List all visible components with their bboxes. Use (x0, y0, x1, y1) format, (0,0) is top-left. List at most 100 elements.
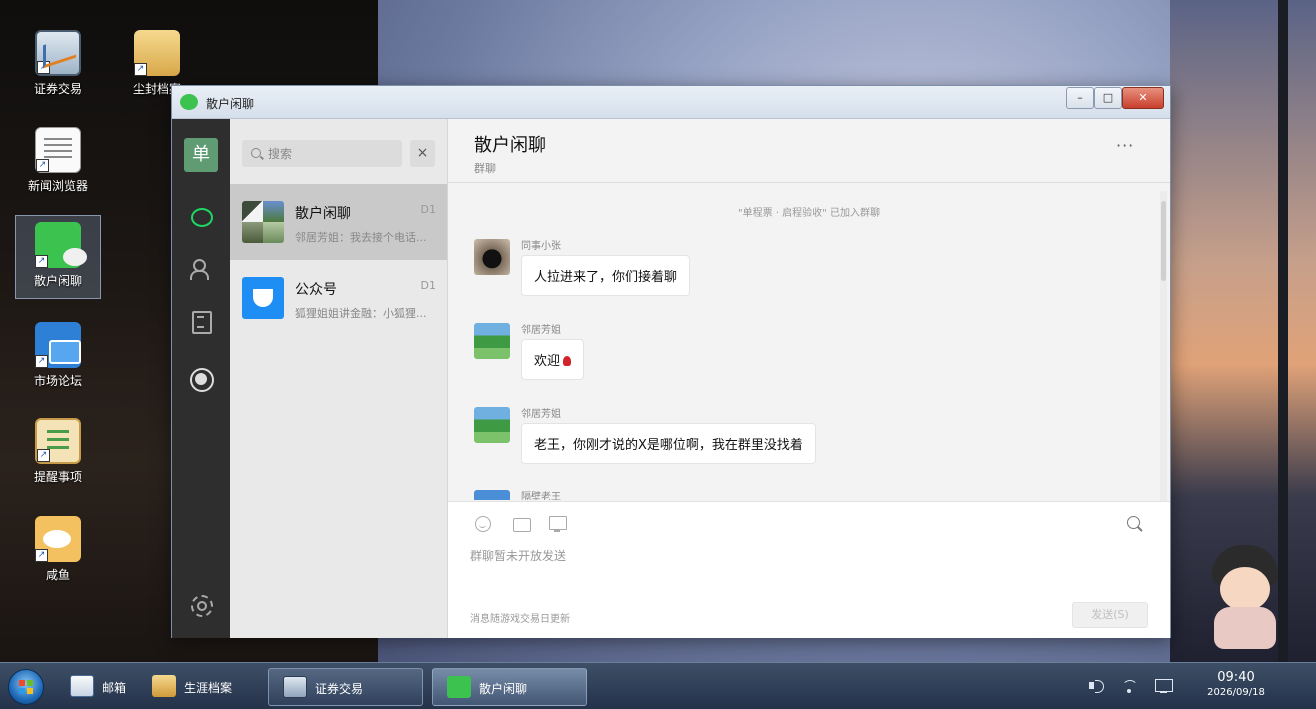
chat-icon[interactable] (189, 205, 213, 229)
taskbar-label: 散户闲聊 (479, 682, 528, 696)
forum-icon: ↗ (35, 322, 81, 368)
maximize-button[interactable]: □ (1094, 87, 1122, 109)
desktop-icon-retail-chat[interactable]: ↗ 散户闲聊 (15, 215, 101, 299)
emoji-icon[interactable] (474, 515, 492, 533)
system-notice: "单程票 · 启程验收" 已加入群聊 (738, 208, 880, 219)
conversation-preview: 邻居芳姐：我去接个电话... (295, 231, 427, 244)
taskbar-window-retail-chat[interactable]: 散户闲聊 (432, 668, 587, 706)
mascot-character[interactable] (1208, 541, 1282, 651)
articles-icon[interactable] (189, 309, 213, 334)
rose-emoji-icon (563, 356, 572, 366)
conversation-preview: 狐狸姐姐讲金融：小狐狸... (295, 307, 427, 320)
search-input[interactable] (268, 145, 396, 162)
chat-bubble-icon: ↗ (35, 222, 87, 268)
more-options-icon[interactable]: ··· (1116, 138, 1138, 155)
screenshot-icon[interactable] (548, 515, 567, 533)
system-clock[interactable]: 09:40 2026/09/18 (1190, 670, 1282, 698)
taskbar-pinned-mail[interactable]: 邮箱 (70, 668, 140, 706)
shortcut-arrow-icon: ↗ (37, 449, 50, 462)
archive-folder-icon: ↗ (134, 30, 180, 76)
chat-bubble-icon (447, 676, 471, 698)
contacts-icon[interactable] (189, 257, 213, 281)
taskbar-label: 证券交易 (315, 682, 364, 696)
taskbar-window-trading[interactable]: 证券交易 (268, 668, 423, 706)
search-history-icon[interactable] (1126, 515, 1144, 533)
shortcut-arrow-icon: ↗ (35, 355, 48, 368)
clock-time: 09:40 (1217, 670, 1255, 685)
folder-icon[interactable] (512, 515, 531, 533)
send-button[interactable]: 发送(S) (1072, 602, 1148, 628)
desktop-icon-market-forum[interactable]: ↗ 市场论坛 (15, 316, 101, 396)
folder-icon (152, 675, 176, 697)
message-text: 人拉进来了，你们接着聊 (534, 270, 678, 285)
settings-icon[interactable] (189, 593, 213, 617)
chat-header: 散户闲聊 群聊 ··· (448, 119, 1170, 183)
conversation-list: × 散户闲聊 D1 邻居芳姐：我去接个电话... 公众号 D1 狐狸姐姐讲金融：… (230, 119, 448, 638)
shortcut-arrow-icon: ↗ (37, 61, 50, 74)
group-avatar (242, 201, 284, 243)
sender-name: 同事小张 (521, 241, 561, 252)
message-composer: 群聊暂未开放发送 消息随游戏交易日更新 发送(S) (448, 501, 1170, 638)
sender-avatar[interactable] (474, 323, 510, 359)
volume-icon[interactable] (1088, 678, 1106, 694)
message-text: 老王，你刚才说的X是哪位啊，我在群里没找着 (534, 438, 803, 453)
composer-note: 消息随游戏交易日更新 (470, 614, 570, 625)
sender-avatar[interactable] (474, 239, 510, 275)
desktop-icon-label: 证券交易 (33, 82, 82, 96)
scrollbar-thumb[interactable] (1161, 201, 1166, 281)
message-text: 欢迎 (534, 354, 561, 369)
chat-app-icon (180, 94, 198, 110)
search-box[interactable] (242, 140, 402, 167)
message-bubble: 欢迎 (521, 339, 585, 380)
moments-icon[interactable] (189, 367, 214, 392)
news-document-icon: ↗ (35, 127, 81, 173)
mascot-body (1214, 607, 1276, 649)
search-icon (251, 148, 261, 158)
start-button[interactable] (8, 669, 44, 705)
nav-rail: 单 (172, 119, 230, 638)
clock-date: 2026/09/18 (1207, 687, 1265, 698)
desktop-icon-label: 提醒事项 (33, 470, 82, 484)
desktop-icon-trading[interactable]: ↗ 证券交易 (15, 24, 101, 104)
shortcut-arrow-icon: ↗ (36, 159, 49, 172)
desktop-icon-xianyu[interactable]: ↗ 咸鱼 (15, 510, 101, 590)
sender-avatar[interactable] (474, 407, 510, 443)
chat-title: 散户闲聊 (474, 135, 546, 156)
desktop-icon-reminders[interactable]: ↗ 提醒事项 (15, 412, 101, 492)
desktop-icon-news-browser[interactable]: ↗ 新闻浏览器 (15, 121, 101, 201)
display-icon[interactable] (1155, 678, 1173, 694)
search-clear-button[interactable]: × (410, 140, 435, 167)
taskbar-pinned-career-archive[interactable]: 生涯档案 (152, 668, 252, 706)
sender-name: 隔壁老王 (521, 492, 561, 500)
fish-icon: ↗ (35, 516, 81, 562)
message-bubble: 人拉进来了，你们接着聊 (521, 255, 691, 296)
sender-name: 邻居芳姐 (521, 409, 561, 420)
message-list[interactable]: "单程票 · 启程验收" 已加入群聊 同事小张 人拉进来了，你们接着聊 邻居芳姐… (448, 184, 1170, 500)
chat-window: 散户闲聊 – □ ✕ 单 × 散户闲聊 D1 邻居芳姐：我去接个电话... 公众… (171, 85, 1171, 638)
official-account-icon (242, 277, 284, 319)
sender-avatar[interactable] (474, 490, 510, 500)
composer-placeholder[interactable]: 群聊暂未开放发送 (470, 547, 566, 564)
conversation-name: 公众号 (295, 282, 337, 298)
desktop-icon-label: 市场论坛 (33, 374, 82, 388)
minimize-button[interactable]: – (1066, 87, 1094, 109)
trading-chart-icon: ↗ (35, 30, 81, 76)
message-scrollbar[interactable] (1160, 191, 1167, 501)
conversation-name: 散户闲聊 (295, 206, 351, 222)
chat-panel: 散户闲聊 群聊 ··· "单程票 · 启程验收" 已加入群聊 同事小张 人拉进来… (448, 119, 1170, 638)
conversation-item-official-accounts[interactable]: 公众号 D1 狐狸姐姐讲金融：小狐狸... (230, 260, 447, 336)
conversation-item-retail-chat[interactable]: 散户闲聊 D1 邻居芳姐：我去接个电话... (230, 184, 447, 260)
wifi-icon[interactable] (1121, 678, 1139, 694)
user-avatar[interactable]: 单 (184, 138, 218, 172)
desktop-icon-label: 咸鱼 (45, 568, 70, 582)
taskbar: 邮箱 生涯档案 证券交易 散户闲聊 09:40 2026/09/18 (0, 662, 1316, 709)
window-titlebar[interactable]: 散户闲聊 – □ ✕ (172, 86, 1170, 119)
close-button[interactable]: ✕ (1122, 87, 1164, 109)
sender-name: 邻居芳姐 (521, 325, 561, 336)
chat-subtitle: 群聊 (474, 162, 496, 175)
desktop-icon-label: 新闻浏览器 (27, 179, 88, 193)
shortcut-arrow-icon: ↗ (35, 549, 48, 562)
clipboard-icon: ↗ (35, 418, 81, 464)
mail-icon (70, 675, 94, 697)
message-bubble: 老王，你刚才说的X是哪位啊，我在群里没找着 (521, 423, 816, 464)
